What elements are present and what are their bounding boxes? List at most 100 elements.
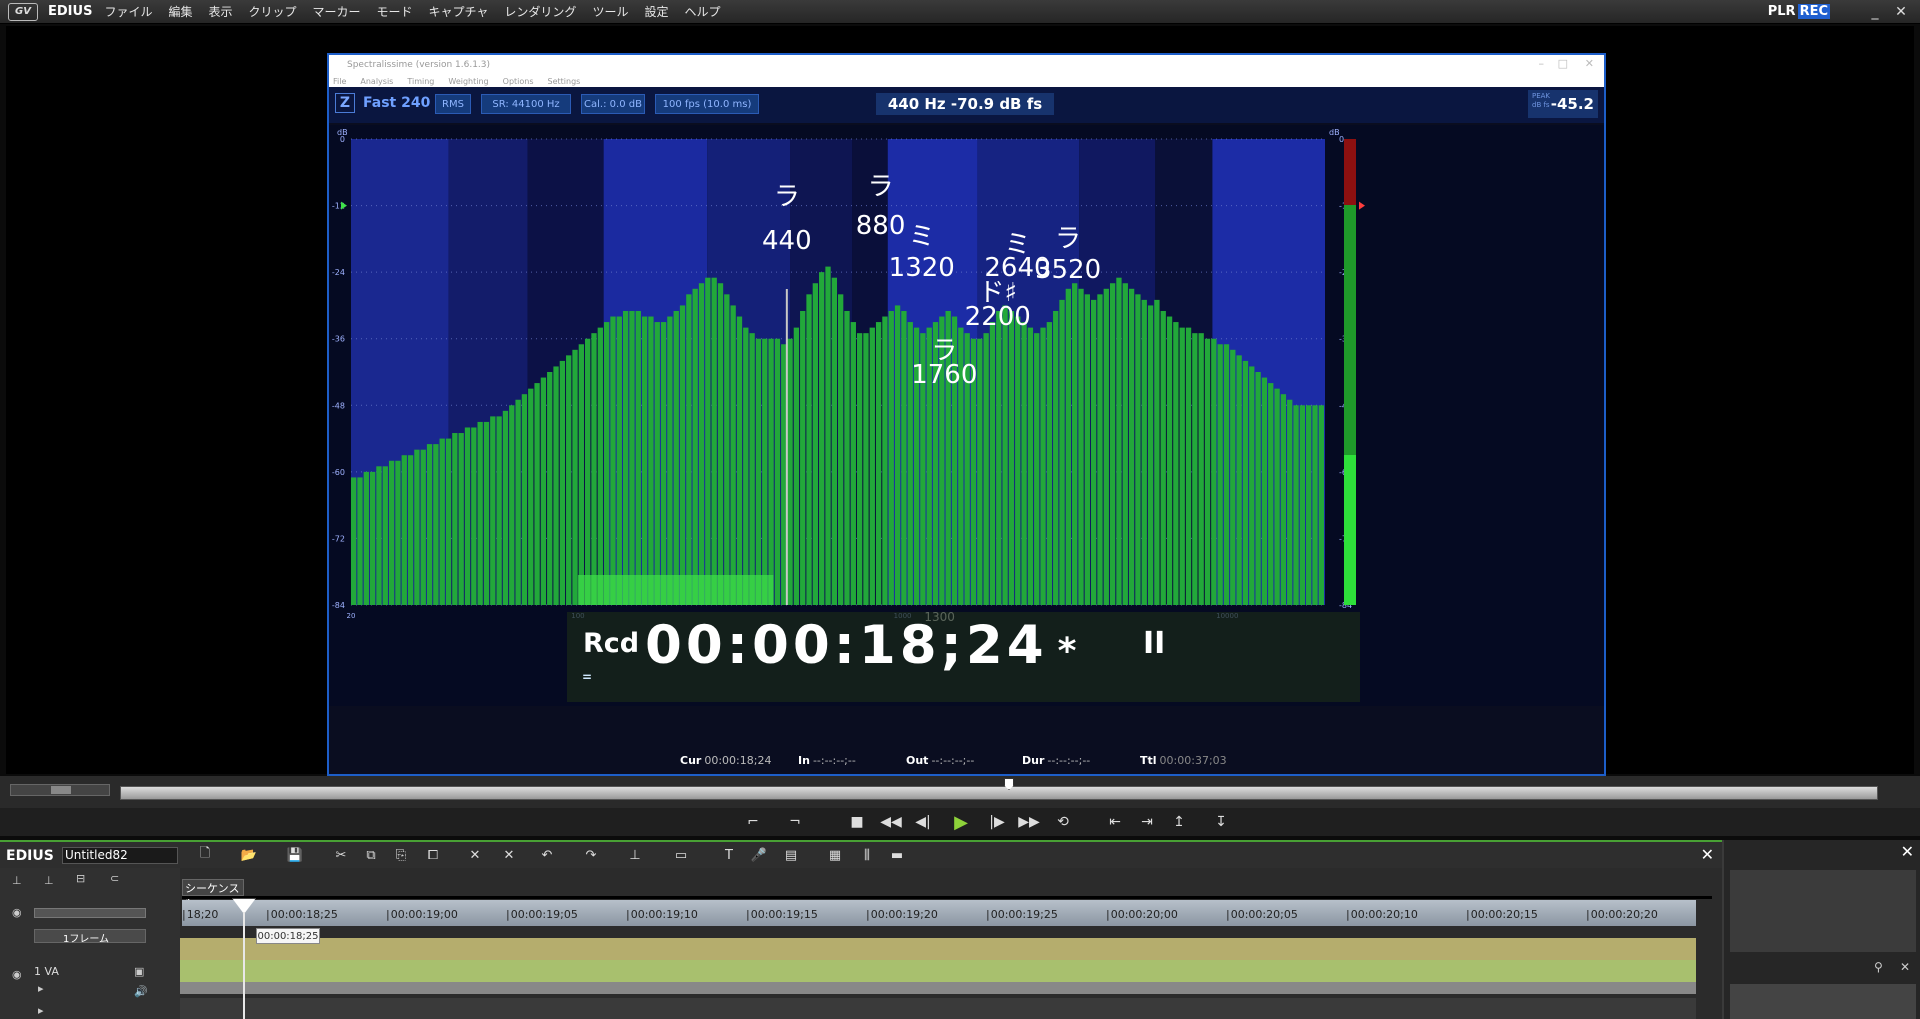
spectrum-bar — [762, 338, 768, 605]
sample-rate-button[interactable]: SR: 44100 Hz — [481, 94, 571, 114]
grid-icon[interactable]: ▦ — [826, 846, 844, 864]
track-group-icon[interactable]: ⊥ — [44, 874, 54, 887]
mark-in-button[interactable]: ⌐ — [742, 812, 764, 832]
playhead-line[interactable] — [243, 912, 245, 1019]
insert-button[interactable]: ⇤ — [1104, 812, 1126, 832]
minimize-icon[interactable]: _ — [1864, 2, 1886, 22]
rec-label[interactable]: REC — [1797, 4, 1830, 19]
shuttle-knob[interactable] — [51, 786, 71, 794]
copy-icon[interactable]: ⧉ — [362, 846, 380, 864]
open-icon[interactable]: 📂 — [240, 846, 258, 864]
render-icon[interactable]: ▤ — [782, 846, 800, 864]
spectrum-bar — [856, 333, 863, 605]
sp-maximize-icon[interactable]: □ — [1558, 57, 1568, 70]
mixer-icon[interactable]: ⫼ — [858, 846, 876, 864]
level-meter-green — [1344, 205, 1356, 455]
close-icon[interactable]: ✕ — [1890, 2, 1912, 22]
note-label: ラ — [1055, 224, 1081, 254]
analysis-mode[interactable]: Fast 240 — [363, 95, 430, 111]
menu-clip[interactable]: クリップ — [248, 3, 296, 20]
spectrum-bar — [1053, 310, 1059, 605]
save-icon[interactable]: 💾 — [286, 846, 304, 864]
menu-file[interactable]: ファイル — [104, 3, 152, 20]
zoom-slider[interactable] — [34, 908, 146, 918]
palette-x-icon[interactable]: ✕ — [1900, 960, 1910, 974]
expand-audio-icon[interactable]: ▸ — [38, 1004, 44, 1017]
plr-rec-toggle[interactable]: PLR REC — [1768, 4, 1830, 19]
sequence-tab[interactable]: シーケンス1 — [182, 879, 244, 909]
link-icon[interactable]: ⊂ — [110, 872, 119, 885]
menu-edit[interactable]: 編集 — [168, 3, 192, 20]
mark-out-button[interactable]: ¬ — [784, 812, 806, 832]
overwrite-button[interactable]: ⇥ — [1136, 812, 1158, 832]
menu-tools[interactable]: ツール — [592, 3, 628, 20]
time-ruler[interactable]: 18;20 00:00:18;25 00:00:19;00 00:00:19;0… — [182, 900, 1696, 926]
play-button[interactable]: ▶ — [950, 812, 972, 833]
paste-insert-icon[interactable]: ⧠ — [424, 846, 442, 864]
fps-button[interactable]: 100 fps (10.0 ms) — [655, 94, 759, 114]
zoom-button[interactable]: Z — [335, 93, 355, 113]
new-file-icon[interactable]: 🗋 — [196, 846, 214, 864]
track-va-audio-lane[interactable] — [180, 960, 1696, 982]
title-icon[interactable]: T — [720, 846, 738, 864]
palette-link-icon[interactable]: ⚲ — [1874, 960, 1883, 974]
menu-mode[interactable]: モード — [377, 3, 413, 20]
track-eye-icon[interactable]: ◉ — [12, 968, 22, 981]
timecode-value: 00:00:18;24 — [645, 615, 1048, 676]
step-forward-button[interactable]: |▶ — [986, 812, 1008, 832]
lift-button[interactable]: ↥ — [1168, 812, 1190, 832]
fast-forward-button[interactable]: ▶▶ — [1018, 812, 1040, 832]
menu-marker[interactable]: マーカー — [313, 3, 361, 20]
timeline-close-icon[interactable]: ✕ — [1701, 845, 1714, 864]
spectrum-bar — [1217, 344, 1223, 605]
spectrum-bar — [724, 294, 730, 605]
menu-capture[interactable]: キャプチャ — [429, 3, 489, 20]
delete-icon[interactable]: ✕ — [466, 846, 484, 864]
palette-close-icon[interactable]: ✕ — [1901, 842, 1914, 861]
sp-menu-settings[interactable]: Settings — [548, 77, 581, 86]
track-va-video-lane[interactable] — [180, 938, 1696, 960]
expand-icon[interactable]: ▸ — [38, 982, 44, 995]
menu-settings[interactable]: 設定 — [644, 3, 668, 20]
extract-button[interactable]: ↧ — [1210, 812, 1232, 832]
frame-zoom-select[interactable]: 1フレーム — [34, 929, 146, 945]
track-audio-icon[interactable]: 🔊 — [134, 985, 148, 998]
undo-icon[interactable]: ↶ — [538, 846, 556, 864]
timecode-overlay: Rcd 00:00:18;24 * II = — [567, 612, 1360, 702]
loop-button[interactable]: ⟲ — [1052, 812, 1074, 832]
track-t-lane[interactable] — [180, 998, 1696, 1019]
mic-icon[interactable]: 🎤 — [750, 846, 768, 864]
rewind-button[interactable]: ◀◀ — [880, 812, 902, 832]
sp-menu-analysis[interactable]: Analysis — [360, 77, 393, 86]
plr-label[interactable]: PLR — [1768, 4, 1796, 19]
transition-icon[interactable]: ▭ — [672, 846, 690, 864]
add-cut-icon[interactable]: ⊥ — [626, 846, 644, 864]
calibration-button[interactable]: Cal.: 0.0 dB — [581, 94, 645, 114]
rms-button[interactable]: RMS — [435, 94, 471, 114]
spectrum-bar — [477, 421, 483, 605]
sp-menu-timing[interactable]: Timing — [407, 77, 434, 86]
track-video-icon[interactable]: ▣ — [134, 965, 144, 978]
scrub-bar[interactable] — [120, 786, 1878, 800]
redo-icon[interactable]: ↷ — [582, 846, 600, 864]
ripple-delete-icon[interactable]: ✕ — [500, 846, 518, 864]
sync-icon[interactable]: ⊟ — [76, 872, 85, 885]
sp-menu-weighting[interactable]: Weighting — [448, 77, 488, 86]
stop-button[interactable]: ■ — [846, 812, 868, 832]
eye-icon[interactable]: ◉ — [12, 906, 22, 919]
sp-menu-options[interactable]: Options — [503, 77, 534, 86]
menu-help[interactable]: ヘルプ — [684, 3, 720, 20]
low-level-region — [577, 575, 774, 605]
cut-icon[interactable]: ✂ — [332, 846, 350, 864]
shuttle-slider[interactable] — [10, 784, 110, 796]
spectrum-bar — [850, 322, 856, 605]
menu-render[interactable]: レンダリング — [504, 3, 576, 20]
sp-menu-file[interactable]: File — [333, 77, 346, 86]
sp-close-icon[interactable]: ✕ — [1585, 57, 1594, 70]
paste-icon[interactable]: ⎘ — [392, 846, 410, 864]
menu-view[interactable]: 表示 — [208, 3, 232, 20]
layout-icon[interactable]: ▬ — [888, 846, 906, 864]
sp-minimize-icon[interactable]: – — [1539, 57, 1545, 70]
step-back-button[interactable]: ◀| — [912, 812, 934, 832]
track-mode-icon[interactable]: ⊥ — [12, 874, 22, 887]
